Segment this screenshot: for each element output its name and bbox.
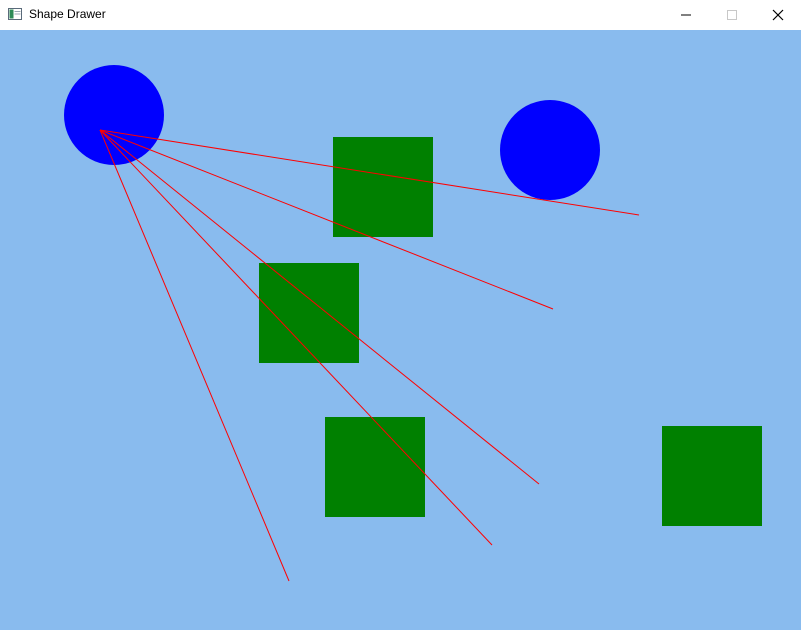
drawing-canvas[interactable]	[0, 30, 801, 630]
close-button[interactable]	[755, 0, 801, 30]
circle-shape	[500, 100, 600, 200]
square-shape	[662, 426, 762, 526]
drawing-surface	[64, 65, 762, 582]
maximize-icon	[727, 10, 737, 20]
app-window: Shape Drawer	[0, 0, 801, 630]
window-title: Shape Drawer	[29, 7, 106, 21]
square-shape	[259, 263, 359, 363]
circle-shape	[64, 65, 164, 165]
line-shape	[99, 129, 493, 546]
minimize-icon	[681, 14, 691, 16]
maximize-button[interactable]	[709, 0, 755, 30]
close-icon	[772, 9, 784, 21]
minimize-button[interactable]	[663, 0, 709, 30]
title-bar[interactable]: Shape Drawer	[0, 0, 801, 30]
square-shape	[325, 417, 425, 517]
line-shape	[99, 129, 540, 485]
square-shape	[333, 137, 433, 237]
app-window-icon	[8, 8, 22, 20]
